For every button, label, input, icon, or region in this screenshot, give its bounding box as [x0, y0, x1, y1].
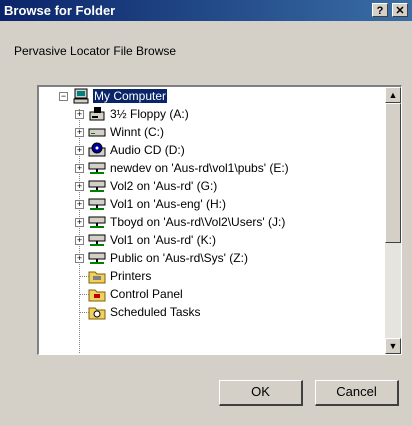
- scroll-up-arrow-icon[interactable]: ▲: [385, 87, 401, 103]
- my-computer-icon: [73, 88, 89, 104]
- scroll-thumb[interactable]: [385, 103, 401, 243]
- collapse-toggle[interactable]: −: [59, 91, 68, 101]
- tree-item-winnt[interactable]: + Winnt (C:): [75, 123, 165, 141]
- tree-item-label: newdev on 'Aus-rd\vol1\pubs' (E:): [110, 161, 289, 175]
- tree-connector: [79, 276, 89, 277]
- tree-item-public[interactable]: + Public on 'Aus-rd\Sys' (Z:): [75, 249, 249, 267]
- tree-item-label: Public on 'Aus-rd\Sys' (Z:): [110, 251, 248, 265]
- tree-scrollbar[interactable]: ▲ ▼: [385, 87, 401, 354]
- tree-item-tboyd[interactable]: + Tboyd on 'Aus-rd\Vol2\Users' (J:): [75, 213, 286, 231]
- expand-toggle[interactable]: +: [75, 163, 84, 173]
- expand-toggle[interactable]: +: [75, 181, 84, 191]
- tree-item-label: 3½ Floppy (A:): [110, 107, 189, 121]
- tree-item-vol2[interactable]: + Vol2 on 'Aus-rd' (G:): [75, 177, 218, 195]
- hard-drive-icon: [88, 128, 106, 137]
- tree-item-label: Vol1 on 'Aus-rd' (K:): [110, 233, 216, 247]
- tree-item-vol1-eng[interactable]: + Vol1 on 'Aus-eng' (H:): [75, 195, 227, 213]
- floppy-drive-icon: [89, 107, 105, 121]
- tree-content: − My Computer + 3½ Floppy (A:) + Winnt (…: [39, 87, 384, 354]
- tree-item-label: Vol2 on 'Aus-rd' (G:): [110, 179, 218, 193]
- title-bar: Browse for Folder ? ✕: [0, 0, 412, 21]
- tree-item-scheduled-tasks[interactable]: Scheduled Tasks: [75, 303, 202, 321]
- window-title: Browse for Folder: [4, 3, 116, 18]
- tree-item-newdev[interactable]: + newdev on 'Aus-rd\vol1\pubs' (E:): [75, 159, 290, 177]
- tree-item-label: Winnt (C:): [110, 125, 164, 139]
- tree-connector: [79, 312, 89, 313]
- tree-item-vol1-rd[interactable]: + Vol1 on 'Aus-rd' (K:): [75, 231, 217, 249]
- tree-item-control-panel[interactable]: Control Panel: [75, 285, 184, 303]
- tree-item-label: Printers: [110, 269, 152, 283]
- network-drive-icon: [88, 162, 106, 174]
- tree-item-label: My Computer: [91, 88, 169, 104]
- help-button[interactable]: ?: [372, 3, 388, 17]
- tree-item-label: Vol1 on 'Aus-eng' (H:): [110, 197, 226, 211]
- expand-toggle[interactable]: +: [75, 127, 84, 137]
- control-panel-icon: [88, 289, 106, 302]
- scroll-down-arrow-icon[interactable]: ▼: [385, 338, 401, 354]
- tree-item-label: Control Panel: [110, 287, 183, 301]
- printers-folder-icon: [88, 271, 106, 284]
- tree-item-label: Audio CD (D:): [110, 143, 185, 157]
- network-drive-icon: [88, 234, 106, 246]
- cd-drive-icon: [88, 142, 106, 157]
- folder-tree[interactable]: − My Computer + 3½ Floppy (A:) + Winnt (…: [37, 85, 402, 355]
- expand-toggle[interactable]: +: [75, 109, 84, 119]
- dialog-description: Pervasive Locator File Browse: [14, 44, 177, 58]
- tree-item-label: Tboyd on 'Aus-rd\Vol2\Users' (J:): [110, 215, 286, 229]
- expand-toggle[interactable]: +: [75, 145, 84, 155]
- network-drive-icon: [88, 252, 106, 264]
- network-drive-icon: [88, 216, 106, 228]
- network-drive-icon: [88, 180, 106, 192]
- expand-toggle[interactable]: +: [75, 253, 84, 263]
- expand-toggle[interactable]: +: [75, 199, 84, 209]
- tree-item-label: Scheduled Tasks: [110, 305, 201, 319]
- cancel-button[interactable]: Cancel: [315, 380, 399, 406]
- tree-connector: [79, 294, 89, 295]
- expand-toggle[interactable]: +: [75, 217, 84, 227]
- tree-item-audio-cd[interactable]: + Audio CD (D:): [75, 141, 186, 159]
- scheduled-tasks-icon: [88, 307, 106, 320]
- ok-button[interactable]: OK: [219, 380, 303, 406]
- close-button[interactable]: ✕: [392, 3, 408, 17]
- expand-toggle[interactable]: +: [75, 235, 84, 245]
- tree-item-floppy[interactable]: + 3½ Floppy (A:): [75, 105, 190, 123]
- tree-item-my-computer[interactable]: − My Computer: [59, 87, 169, 105]
- network-drive-icon: [88, 198, 106, 210]
